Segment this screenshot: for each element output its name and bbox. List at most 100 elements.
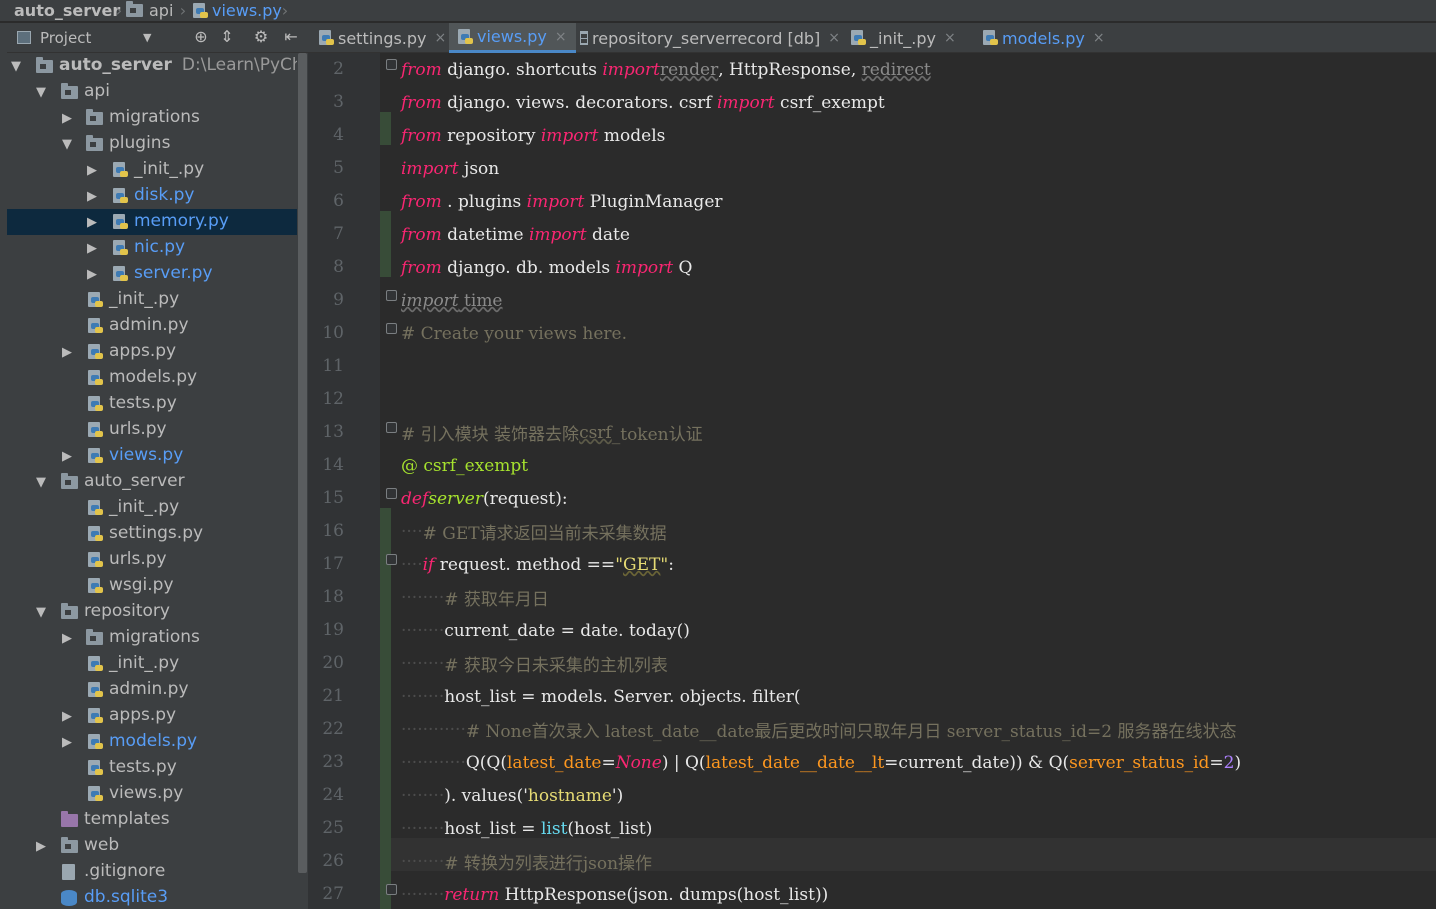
tree-item-repo-tests[interactable]: tests.py — [7, 755, 297, 781]
tree-item-api-models[interactable]: models.py — [7, 365, 297, 391]
code-line-3: from django. views. decorators. csrf imp… — [401, 92, 885, 113]
tree-scrollbar[interactable] — [297, 53, 308, 909]
tree-item-disk[interactable]: ▶ disk.py — [7, 183, 297, 209]
database-icon — [61, 890, 77, 909]
fold-marker-icon[interactable] — [386, 488, 397, 499]
expand-arrow-icon[interactable]: ▼ — [60, 137, 74, 152]
tree-item-api[interactable]: ▼ api — [7, 79, 297, 105]
tree-item-plugins[interactable]: ▼ plugins — [7, 131, 297, 157]
tree-item-nic[interactable]: ▶ nic.py — [7, 235, 297, 261]
expand-arrow-icon[interactable]: ▶ — [60, 709, 74, 724]
project-panel-header: Project ▼ ⊕ ⇕ ⚙ ⇤ — [7, 23, 308, 53]
expand-arrow-icon[interactable]: ▶ — [85, 241, 99, 256]
tree-root[interactable]: ▼ auto_serverD:\Learn\PyCharm\ — [7, 53, 297, 79]
tree-item-server[interactable]: ▶ server.py — [7, 261, 297, 287]
tree-item-label: wsgi.py — [109, 575, 174, 595]
tree-item-web[interactable]: ▶ web — [7, 833, 297, 859]
project-view-selector[interactable]: Project — [40, 29, 91, 47]
tab-init-py[interactable]: _init_.py × — [848, 23, 972, 53]
expand-arrow-icon[interactable]: ▶ — [85, 267, 99, 282]
tree-item-migrations[interactable]: ▶ migrations — [7, 105, 297, 131]
code-line-27: ········ return HttpResponse(json. dumps(… — [401, 884, 829, 905]
tree-item-api-admin[interactable]: admin.py — [7, 313, 297, 339]
tree-item-db-sqlite3[interactable]: db.sqlite3 — [7, 885, 297, 909]
collapse-icon[interactable]: ⇕ — [217, 27, 237, 46]
breadcrumb-views-label: views.py — [212, 1, 282, 20]
tree-item-api-tests[interactable]: tests.py — [7, 391, 297, 417]
expand-arrow-icon[interactable]: ▼ — [34, 85, 48, 100]
tree-item-auto-server[interactable]: ▼ auto_server — [7, 469, 297, 495]
tab-repository-serverrecord[interactable]: repository_serverrecord [db] × — [578, 23, 840, 53]
tree-item-repo-models[interactable]: ▶ models.py — [7, 729, 297, 755]
tree-item-as-settings[interactable]: settings.py — [7, 521, 297, 547]
code-line-6: from . plugins import PluginManager — [401, 191, 723, 212]
tree-item-plugins-init[interactable]: ▶ _init_.py — [7, 157, 297, 183]
fold-marker-icon[interactable] — [386, 884, 397, 895]
expand-arrow-icon[interactable]: ▶ — [34, 839, 48, 854]
breadcrumb-auto-server[interactable]: auto_server — [14, 0, 120, 21]
hide-icon[interactable]: ⇤ — [281, 27, 301, 46]
fold-marker-icon[interactable] — [386, 422, 397, 433]
expand-arrow-icon[interactable]: ▶ — [60, 111, 74, 126]
close-icon[interactable]: × — [944, 30, 956, 46]
tree-item-repo-views[interactable]: views.py — [7, 781, 297, 807]
line-number-gutter: 2 3 4 5 6 7 8 9 10 11 12 13 14 15 16 17 … — [308, 53, 380, 909]
tree-root-path: D:\Learn\PyCharm\ — [181, 55, 297, 75]
tree-item-as-wsgi[interactable]: wsgi.py — [7, 573, 297, 599]
fold-marker-icon[interactable] — [386, 59, 397, 70]
fold-marker-icon[interactable] — [386, 290, 397, 301]
line-number: 18 — [322, 587, 344, 607]
breadcrumb-views-py[interactable]: views.py — [192, 0, 282, 21]
expand-arrow-icon[interactable]: ▶ — [60, 631, 74, 646]
tree-item-api-init[interactable]: _init_.py — [7, 287, 297, 313]
close-icon[interactable]: × — [435, 30, 447, 46]
expand-arrow-icon[interactable]: ▶ — [85, 163, 99, 178]
folder-icon — [36, 57, 53, 78]
tab-models-py[interactable]: models.py × — [980, 23, 1106, 53]
expand-arrow-icon[interactable]: ▶ — [60, 449, 74, 464]
tab-settings-py[interactable]: settings.py × — [314, 23, 447, 53]
tree-item-repo-migrations[interactable]: ▶ migrations — [7, 625, 297, 651]
tab-views-py[interactable]: views.py × — [449, 23, 576, 53]
tree-item-api-views[interactable]: ▶ views.py — [7, 443, 297, 469]
python-file-icon — [87, 318, 103, 339]
expand-arrow-icon[interactable]: ▶ — [60, 345, 74, 360]
close-icon[interactable]: × — [828, 30, 840, 46]
expand-arrow-icon[interactable]: ▼ — [34, 475, 48, 490]
gear-icon[interactable]: ⚙ — [251, 27, 271, 46]
expand-arrow-icon[interactable]: ▶ — [60, 735, 74, 750]
python-file-icon — [112, 240, 128, 261]
tree-scrollbar-thumb[interactable] — [298, 53, 307, 873]
tree-item-repo-apps[interactable]: ▶ apps.py — [7, 703, 297, 729]
close-icon[interactable]: × — [1093, 30, 1105, 46]
chevron-down-icon[interactable]: ▼ — [143, 31, 151, 44]
tree-item-repo-admin[interactable]: admin.py — [7, 677, 297, 703]
tree-item-templates[interactable]: templates — [7, 807, 297, 833]
expand-arrow-icon[interactable]: ▶ — [85, 215, 99, 230]
change-marker — [380, 508, 391, 909]
breadcrumb-api[interactable]: api — [126, 0, 173, 21]
code-editor[interactable]: from django. shortcuts import render, Ht… — [380, 53, 1436, 909]
expand-arrow-icon[interactable]: ▶ — [85, 189, 99, 204]
expand-arrow-icon[interactable]: ▼ — [9, 59, 23, 74]
tree-item-as-init[interactable]: _init_.py — [7, 495, 297, 521]
expand-arrow-icon[interactable]: ▼ — [34, 605, 48, 620]
fold-marker-icon[interactable] — [386, 323, 397, 334]
tree-item-repo-init[interactable]: _init_.py — [7, 651, 297, 677]
tree-item-as-urls[interactable]: urls.py — [7, 547, 297, 573]
fold-marker-icon[interactable] — [386, 554, 397, 565]
tree-item-memory[interactable]: ▶ memory.py — [7, 209, 297, 235]
tree-item-gitignore[interactable]: .gitignore — [7, 859, 297, 885]
crosshair-icon[interactable]: ⊕ — [191, 27, 211, 46]
line-number: 15 — [322, 488, 344, 508]
line-number: 16 — [322, 521, 344, 541]
project-tree: ▼ auto_serverD:\Learn\PyCharm\ ▼ api ▶ m… — [7, 53, 297, 909]
tree-item-repository[interactable]: ▼ repository — [7, 599, 297, 625]
tab-label: models.py — [1002, 28, 1085, 48]
tree-item-api-apps[interactable]: ▶ apps.py — [7, 339, 297, 365]
python-file-icon — [112, 214, 128, 235]
db-table-icon — [580, 31, 588, 45]
close-icon[interactable]: × — [555, 29, 567, 45]
tree-item-label: settings.py — [109, 523, 204, 543]
tree-item-api-urls[interactable]: urls.py — [7, 417, 297, 443]
